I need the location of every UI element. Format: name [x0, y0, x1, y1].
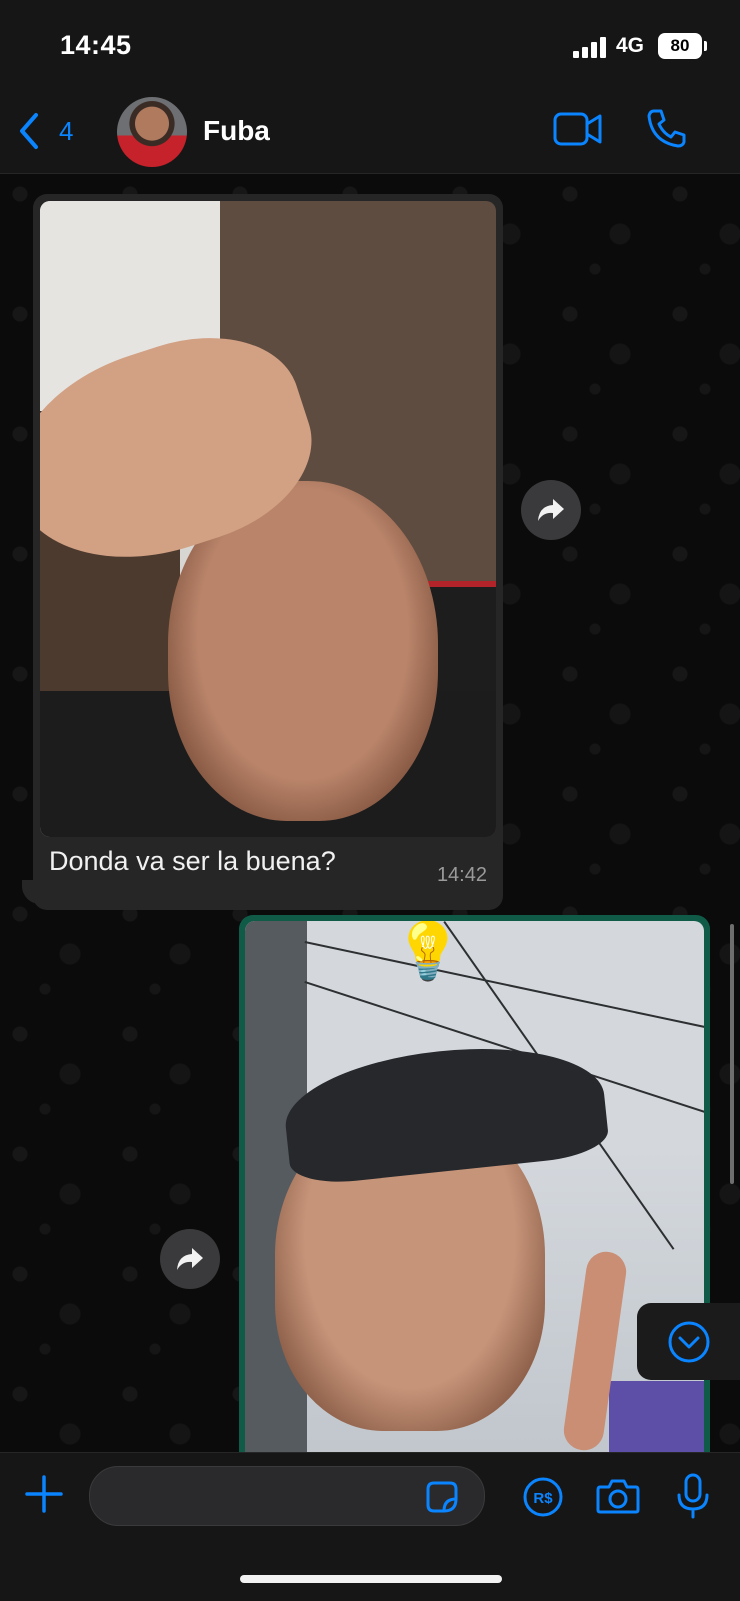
chevron-left-icon [20, 113, 38, 149]
voice-call-button[interactable] [646, 107, 688, 149]
incoming-message[interactable]: Donda va ser la buena? 14:42 [33, 194, 503, 910]
chat-area[interactable]: Donda va ser la buena? 14:42 💡 [0, 174, 740, 1452]
battery-icon: 80 [658, 33, 702, 59]
message-field[interactable] [89, 1466, 485, 1527]
unread-count: 4 [59, 116, 74, 146]
camera-icon [596, 1479, 640, 1514]
video-call-button[interactable] [553, 111, 603, 147]
plus-icon [25, 1475, 63, 1513]
camera-button[interactable] [596, 1477, 640, 1520]
home-indicator[interactable] [240, 1575, 502, 1583]
video-camera-icon [553, 112, 602, 146]
phone-icon [647, 109, 686, 148]
real-currency-icon: R$ [523, 1477, 563, 1517]
contact-name[interactable]: Fuba [203, 115, 270, 147]
status-time: 14:45 [60, 30, 132, 60]
composer-bar: R$ [0, 1452, 740, 1601]
svg-text:R$: R$ [533, 1490, 553, 1507]
scroll-to-bottom-button[interactable] [637, 1303, 740, 1380]
forward-arrow-icon [177, 1248, 203, 1270]
forward-button[interactable] [160, 1229, 220, 1289]
chat-header: 4 Fuba [0, 95, 740, 174]
lightbulb-sticker: 💡 [393, 921, 463, 982]
scrollbar[interactable] [730, 924, 734, 1184]
payment-button[interactable]: R$ [523, 1477, 563, 1522]
battery-tip [704, 41, 707, 51]
back-button[interactable]: 4 [16, 109, 86, 155]
forward-button[interactable] [521, 480, 581, 540]
sticker-icon [426, 1481, 458, 1513]
status-bar: 14:45 4G 80 [0, 0, 740, 95]
signal-icon [573, 36, 607, 58]
network-type: 4G [616, 34, 645, 57]
chevron-down-circle-icon [668, 1321, 710, 1363]
message-input[interactable] [108, 1467, 412, 1527]
forward-arrow-icon [538, 499, 564, 521]
message-photo[interactable] [40, 201, 496, 837]
message-time: 14:42 [436, 864, 487, 886]
message-photo[interactable]: 💡 [245, 921, 704, 1452]
avatar[interactable] [117, 97, 187, 167]
microphone-icon [677, 1473, 709, 1519]
attach-button[interactable] [24, 1474, 64, 1519]
message-caption: Donda va ser la buena? [49, 846, 336, 876]
microphone-button[interactable] [676, 1473, 710, 1524]
sticker-button[interactable] [424, 1479, 460, 1520]
